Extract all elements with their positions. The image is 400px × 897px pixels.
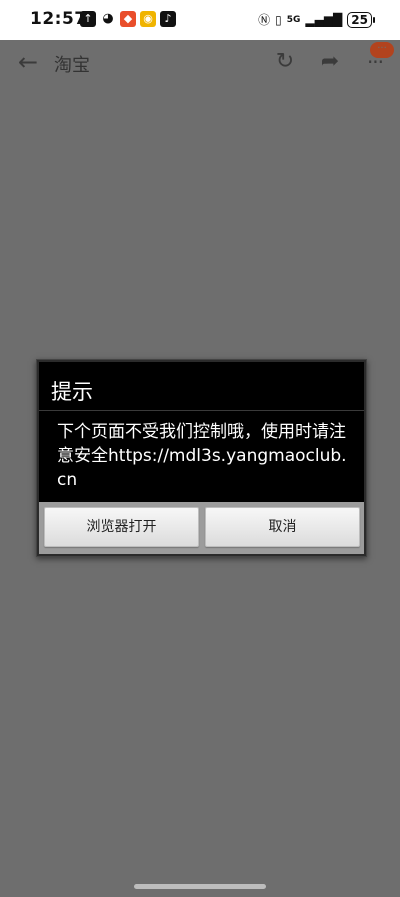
share-icon[interactable]: ➦ bbox=[316, 48, 344, 76]
home-indicator[interactable] bbox=[134, 884, 266, 889]
signal-icon: ▂▄▆█ bbox=[305, 12, 343, 27]
wechat-icon: ◕ bbox=[102, 11, 114, 26]
dialog-body: 提示 下个页面不受我们控制哦，使用时请注意安全https://mdl3s.yan… bbox=[39, 362, 364, 502]
more-badge-icon: ··· bbox=[370, 42, 394, 58]
upload-icon: ↑ bbox=[80, 11, 96, 27]
battery-icon: 25 bbox=[347, 11, 375, 28]
cancel-button[interactable]: 取消 bbox=[205, 507, 360, 547]
title-divider bbox=[39, 410, 364, 411]
vibrate-icon: ▯ bbox=[275, 12, 282, 27]
open-in-browser-button[interactable]: 浏览器打开 bbox=[44, 507, 199, 547]
alert-dialog: 提示 下个页面不受我们控制哦，使用时请注意安全https://mdl3s.yan… bbox=[36, 359, 367, 557]
app-toolbar: ← 淘宝 ↻ ➦ ··· bbox=[0, 40, 400, 86]
refresh-icon[interactable]: ↻ bbox=[271, 48, 299, 76]
page-title: 淘宝 bbox=[54, 55, 90, 76]
battery-level: 25 bbox=[351, 12, 368, 27]
back-arrow-icon[interactable]: ← bbox=[14, 48, 42, 76]
dialog-title: 提示 bbox=[51, 380, 93, 404]
system-icons: Ⓝ ▯ 5G ▂▄▆█ 25 bbox=[258, 11, 375, 28]
notification-icons: ↑ ◕ ◆ ◉ ♪ bbox=[80, 11, 176, 27]
dialog-button-bar: 浏览器打开 取消 bbox=[39, 502, 364, 554]
status-time: 12:57 bbox=[30, 9, 87, 29]
tiktok-icon: ♪ bbox=[160, 11, 176, 27]
dialog-message: 下个页面不受我们控制哦，使用时请注意安全https://mdl3s.yangma… bbox=[57, 422, 347, 490]
network-label: 5G bbox=[286, 14, 301, 25]
status-bar: 12:57 ↑ ◕ ◆ ◉ ♪ Ⓝ ▯ 5G ▂▄▆█ 25 bbox=[0, 0, 400, 40]
app-icon: ◆ bbox=[120, 11, 136, 27]
nfc-icon: Ⓝ bbox=[258, 13, 271, 27]
weibo-icon: ◉ bbox=[140, 11, 156, 27]
